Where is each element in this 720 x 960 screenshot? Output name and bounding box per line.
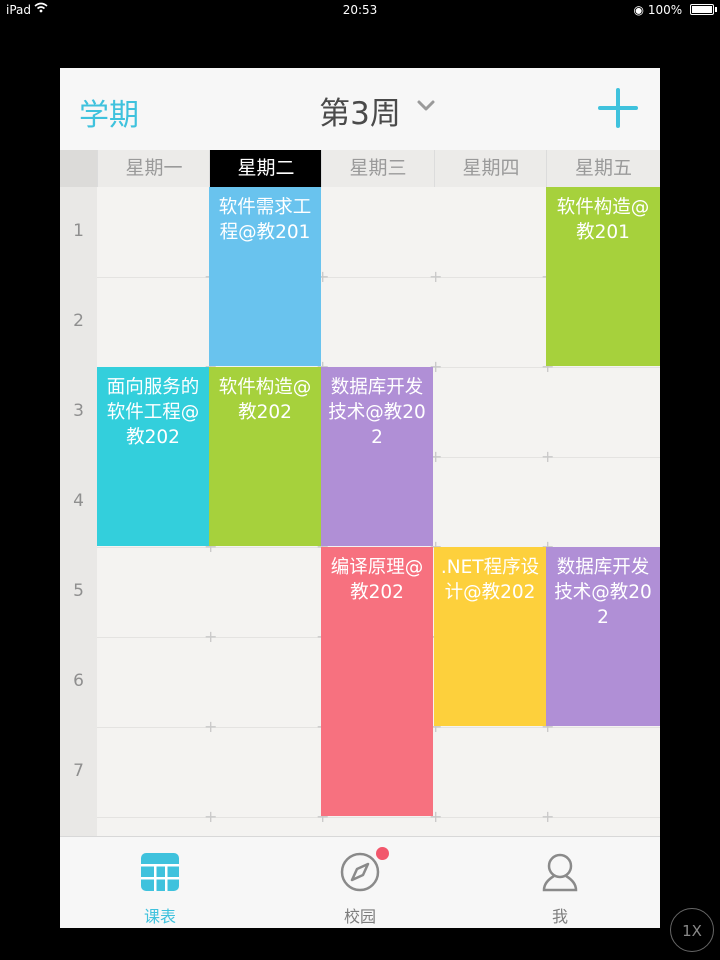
week-selector[interactable]: 第3周 xyxy=(60,88,660,133)
grid-plus-icon: + xyxy=(204,807,218,826)
tab-label: 课表 xyxy=(143,907,176,926)
course-block[interactable]: 软件构造@教201 xyxy=(546,187,660,366)
period-number-5: 5 xyxy=(73,581,84,601)
course-block[interactable]: 面向服务的软件工程@教202 xyxy=(97,367,209,546)
week-label: 第3周 xyxy=(319,96,401,132)
period-number-1: 1 xyxy=(73,221,84,241)
tab-label: 我 xyxy=(551,907,568,926)
status-time: 20:53 xyxy=(342,3,378,17)
grid-corner xyxy=(60,150,97,187)
tab-me[interactable]: 我 xyxy=(460,837,660,928)
timetable-grid: 星期一星期二星期三星期四星期五1234567++++++++++++++++++… xyxy=(60,150,660,836)
grid-plus-icon: + xyxy=(204,627,218,646)
battery-percent: 100% xyxy=(647,3,683,17)
tab-bar: 课表 校园 我 xyxy=(60,836,660,928)
speed-toggle-button[interactable]: 1X xyxy=(670,908,714,952)
day-header-4[interactable]: 星期四 xyxy=(434,150,547,187)
battery-status: ◉ 100% xyxy=(633,3,717,17)
period-number-4: 4 xyxy=(73,491,84,511)
tab-label: 校园 xyxy=(343,907,376,926)
period-number-2: 2 xyxy=(73,311,84,331)
period-number-6: 6 xyxy=(73,671,84,691)
tab-campus[interactable]: 校园 xyxy=(260,837,460,928)
tab-timetable[interactable]: 课表 xyxy=(60,837,260,928)
grid-plus-icon: + xyxy=(429,267,443,286)
nav-bar: 学期 第3周 xyxy=(60,68,660,150)
rotation-lock-icon: ◉ xyxy=(633,3,645,17)
grid-plus-icon: + xyxy=(204,717,218,736)
notification-badge xyxy=(376,847,389,860)
day-header-5[interactable]: 星期五 xyxy=(546,150,660,187)
period-number-7: 7 xyxy=(73,761,84,781)
course-block[interactable]: 数据库开发技术@教202 xyxy=(546,547,660,726)
period-number-3: 3 xyxy=(73,401,84,421)
add-course-button[interactable] xyxy=(598,88,638,128)
course-block[interactable]: 软件构造@教202 xyxy=(209,367,321,546)
grid-plus-icon: + xyxy=(541,447,555,466)
course-block[interactable]: 编译原理@教202 xyxy=(321,547,433,816)
period-column xyxy=(60,187,97,836)
status-bar: iPad 20:53 ◉ 100% xyxy=(0,0,720,20)
day-header-1[interactable]: 星期一 xyxy=(97,150,210,187)
course-block[interactable]: 软件需求工程@教201 xyxy=(209,187,321,366)
grid-plus-icon: + xyxy=(541,807,555,826)
app-window: 学期 第3周 星期一 星期二 星期三 星期四 星期五 1 2 3 4 5 6 7 + + + + + + + + + + +… xyxy=(60,68,660,928)
day-header-3[interactable]: 星期三 xyxy=(321,150,434,187)
chevron-down-icon[interactable] xyxy=(416,96,436,116)
battery-icon xyxy=(690,4,717,15)
course-block[interactable]: .NET程序设计@教202 xyxy=(434,547,546,726)
day-header-2[interactable]: 星期二 xyxy=(209,150,322,187)
grid-line xyxy=(97,817,660,818)
course-block[interactable]: 数据库开发技术@教202 xyxy=(321,367,433,546)
